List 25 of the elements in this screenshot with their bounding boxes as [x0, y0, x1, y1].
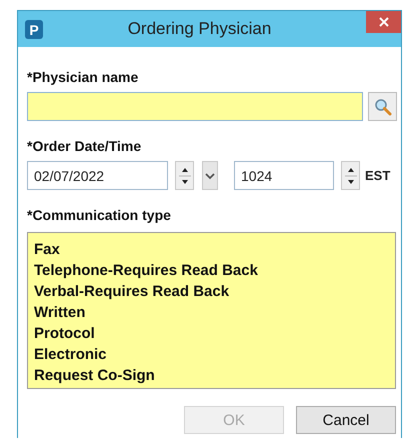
- input-field[interactable]: [27, 92, 363, 121]
- time-field[interactable]: 1024: [234, 161, 334, 190]
- list-item[interactable]: Fax: [32, 239, 62, 260]
- dropdown-button[interactable]: [202, 161, 218, 190]
- field-label: *Order Date/Time: [27, 138, 142, 155]
- chevron-icon: [205, 172, 215, 180]
- timezone-label: EST: [365, 168, 390, 183]
- list-item[interactable]: Electronic: [32, 344, 109, 365]
- app-icon: P: [25, 20, 43, 39]
- date-field[interactable]: 02/07/2022: [27, 161, 168, 190]
- close-icon: [378, 17, 388, 27]
- close-button[interactable]: [366, 11, 401, 33]
- search-icon: [374, 98, 392, 116]
- spinner[interactable]: [341, 161, 360, 190]
- list-item[interactable]: Protocol: [32, 323, 97, 344]
- field-label: *Communication type: [27, 207, 172, 224]
- list-item[interactable]: Telephone-Requires Read Back: [32, 260, 260, 281]
- cancel-button[interactable]: Cancel: [296, 406, 396, 434]
- search-button[interactable]: [368, 92, 397, 121]
- spinner[interactable]: [175, 161, 194, 190]
- field-label: *Physician name: [27, 69, 140, 86]
- list-item[interactable]: Request Co-Sign: [32, 365, 157, 386]
- list-item[interactable]: Written: [32, 302, 88, 323]
- list-item[interactable]: Verbal-Requires Read Back: [32, 281, 232, 302]
- window-title: Ordering Physician: [126, 19, 272, 39]
